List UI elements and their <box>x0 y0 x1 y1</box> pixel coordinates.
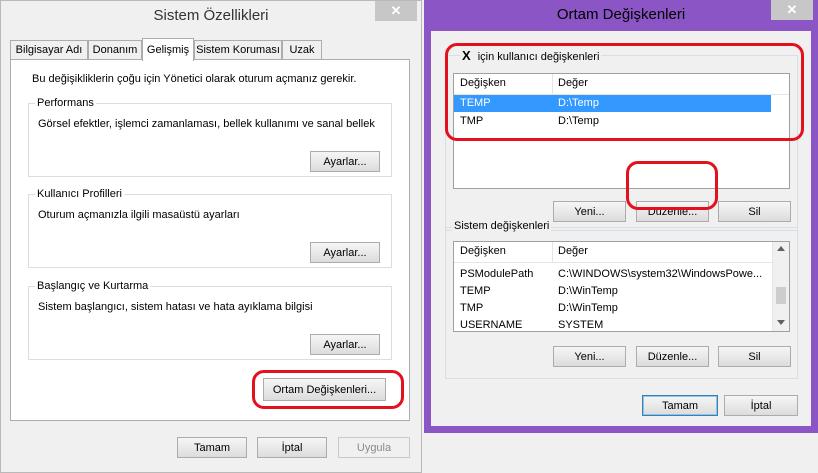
variable-name: TEMP <box>460 285 491 297</box>
title-bar: Sistem Özellikleri ✕ <box>1 1 421 31</box>
list-item[interactable]: USERNAME SYSTEM <box>454 317 771 331</box>
tab-advanced[interactable]: Gelişmiş <box>142 38 194 61</box>
highlight-ring <box>626 161 718 210</box>
system-variables-list[interactable]: Değişken Değer PSModulePath C:\WINDOWS\s… <box>453 241 790 332</box>
environment-variables-window: Ortam Değişkenleri ✕ X için kullanıcı de… <box>424 0 818 433</box>
system-variables-group: Sistem değişkenleri Değişken Değer PSMod… <box>445 220 798 379</box>
highlight-ring <box>445 43 804 141</box>
variable-value: D:\WinTemp <box>558 285 618 297</box>
highlight-ring <box>252 370 404 409</box>
startup-recovery-legend: Başlangıç ve Kurtarma <box>35 280 151 292</box>
system-properties-window: Sistem Özellikleri ✕ Bilgisayar Adı Dona… <box>0 0 422 473</box>
scroll-down-icon[interactable] <box>777 320 785 325</box>
tab-system-protection[interactable]: Sistem Koruması <box>194 40 282 59</box>
ok-button[interactable]: Tamam <box>177 437 247 458</box>
system-edit-button[interactable]: Düzenle... <box>636 346 709 367</box>
title-bar: Ortam Değişkenleri ✕ <box>424 0 818 32</box>
close-icon: ✕ <box>390 3 402 18</box>
variable-name: PSModulePath <box>460 268 534 280</box>
performance-settings-button[interactable]: Ayarlar... <box>310 151 380 172</box>
ok-button[interactable]: Tamam <box>642 395 718 416</box>
tab-computer-name[interactable]: Bilgisayar Adı <box>10 40 88 59</box>
user-profiles-settings-button[interactable]: Ayarlar... <box>310 242 380 263</box>
scroll-thumb[interactable] <box>776 287 786 304</box>
scroll-up-icon[interactable] <box>777 246 785 251</box>
list-item[interactable]: TMP D:\WinTemp <box>454 300 771 317</box>
variable-name: TMP <box>460 302 484 314</box>
system-variables-legend: Sistem değişkenleri <box>452 220 552 232</box>
cancel-button[interactable]: İptal <box>724 395 798 416</box>
window-title: Sistem Özellikleri <box>153 7 269 24</box>
tab-hardware[interactable]: Donanım <box>88 40 142 59</box>
variable-value: C:\WINDOWS\system32\WindowsPowe... <box>558 268 763 280</box>
apply-button[interactable]: Uygula <box>338 437 410 458</box>
performance-legend: Performans <box>35 97 96 109</box>
system-delete-button[interactable]: Sil <box>718 346 791 367</box>
close-button[interactable]: ✕ <box>375 1 417 21</box>
user-profiles-legend: Kullanıcı Profilleri <box>35 188 124 200</box>
vertical-scrollbar[interactable] <box>772 242 789 331</box>
list-item[interactable]: PSModulePath C:\WINDOWS\system32\Windows… <box>454 266 771 283</box>
variable-value: D:\WinTemp <box>558 302 618 314</box>
close-button[interactable]: ✕ <box>771 0 813 20</box>
startup-recovery-description: Sistem başlangıcı, sistem hatası ve hata… <box>38 301 313 313</box>
column-header-value[interactable]: Değer <box>558 245 588 257</box>
startup-recovery-group: Başlangıç ve Kurtarma Sistem başlangıcı,… <box>28 280 392 360</box>
window-title: Ortam Değişkenleri <box>556 6 686 23</box>
user-profiles-description: Oturum açmanızla ilgili masaüstü ayarlar… <box>38 209 240 221</box>
admin-note: Bu değişikliklerin çoğu için Yönetici ol… <box>32 73 357 85</box>
variable-name: USERNAME <box>460 319 523 331</box>
list-item[interactable]: TEMP D:\WinTemp <box>454 283 771 300</box>
advanced-tab-panel: Bu değişikliklerin çoğu için Yönetici ol… <box>10 59 410 421</box>
tab-remote[interactable]: Uzak <box>282 40 322 59</box>
user-new-button[interactable]: Yeni... <box>553 201 626 222</box>
performance-description: Görsel efektler, işlemci zamanlaması, be… <box>38 118 375 130</box>
dialog-client-area: X için kullanıcı değişkenleri Değişken D… <box>431 31 811 426</box>
user-profiles-group: Kullanıcı Profilleri Oturum açmanızla il… <box>28 188 392 268</box>
column-divider[interactable] <box>552 242 553 262</box>
cancel-button[interactable]: İptal <box>257 437 327 458</box>
list-header: Değişken Değer <box>454 242 789 263</box>
startup-recovery-settings-button[interactable]: Ayarlar... <box>310 334 380 355</box>
close-icon: ✕ <box>786 2 798 17</box>
performance-group: Performans Görsel efektler, işlemci zama… <box>28 97 392 177</box>
variable-value: SYSTEM <box>558 319 604 331</box>
column-header-name[interactable]: Değişken <box>460 245 506 257</box>
user-delete-button[interactable]: Sil <box>718 201 791 222</box>
system-new-button[interactable]: Yeni... <box>553 346 626 367</box>
